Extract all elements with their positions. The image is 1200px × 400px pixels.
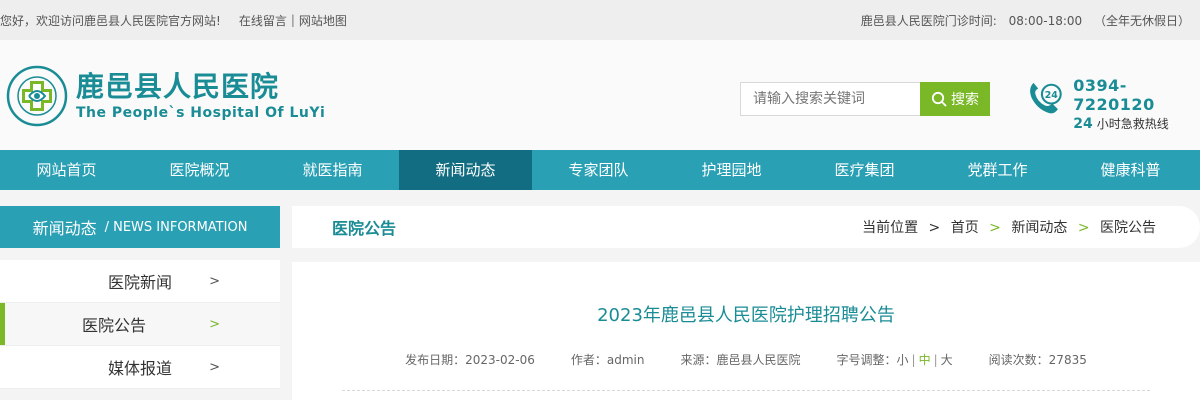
breadcrumb-arrow: > (928, 220, 941, 236)
nav-item-guide[interactable]: 就医指南 (266, 150, 399, 190)
publish-date: 发布日期：2023-02-06 (405, 353, 535, 367)
sidebar-item-label: 医院公告 (81, 316, 146, 335)
article: 2023年鹿邑县人民医院护理招聘公告 发布日期：2023-02-06 作者：ad… (292, 262, 1200, 400)
view-count: 阅读次数：27835 (988, 353, 1087, 367)
sidebar-item-media[interactable]: 媒体报道 > (0, 346, 280, 389)
breadcrumb-arrow: > (989, 220, 1001, 236)
opening-hours: 鹿邑县人民医院门诊时间: 08:00-18:00 （全年无休假日） (853, 12, 1190, 29)
sidebar-item-label: 医院新闻 (107, 273, 172, 292)
site-search: 搜索 (740, 82, 990, 116)
hospital-seal-icon (6, 65, 68, 127)
author: 作者：admin (570, 353, 645, 367)
nav-item-nursing[interactable]: 护理园地 (665, 150, 798, 190)
sidebar-item-hospital-news[interactable]: 医院新闻 > (0, 260, 280, 303)
hotline-caption: 24 小时急救热线 (1073, 115, 1200, 132)
divider (342, 390, 1150, 391)
chevron-right-icon: > (209, 316, 220, 332)
phone-24h-icon: 24 (1030, 82, 1062, 114)
nav-item-party[interactable]: 党群工作 (931, 150, 1064, 190)
top-bar: 您好，欢迎访问鹿邑县人民医院官方网站! 在线留言 | 网站地图 鹿邑县人民医院门… (0, 0, 1200, 40)
top-separator: | (290, 13, 295, 27)
hotline-number: 0394-7220120 (1073, 76, 1155, 114)
hotline-caption-text: 小时急救热线 (1096, 117, 1169, 131)
top-bar-left: 您好，欢迎访问鹿邑县人民医院官方网站! 在线留言 | 网站地图 (0, 12, 347, 29)
breadcrumb-news[interactable]: 新闻动态 (1011, 220, 1067, 236)
sidebar-title: 新闻动态 (32, 219, 97, 238)
nav-item-home[interactable]: 网站首页 (0, 150, 133, 190)
hours-label: 鹿邑县人民医院门诊时间: (860, 13, 997, 28)
search-button[interactable]: 搜索 (920, 82, 990, 116)
breadcrumb-arrow: > (1077, 220, 1090, 236)
section-title: 医院公告 (332, 219, 397, 238)
section-header: 医院公告 当前位置 > 首页 > 新闻动态 > 医院公告 (292, 206, 1200, 248)
nav-item-about[interactable]: 医院概况 (133, 150, 266, 190)
font-size-divider: | (911, 353, 916, 367)
hotline-texts: 0394-7220120 24 小时急救热线 (1073, 76, 1200, 132)
main-nav: 网站首页 医院概况 就医指南 新闻动态 专家团队 护理园地 医疗集团 党群工作 … (0, 150, 1200, 190)
search-input[interactable] (740, 82, 920, 116)
article-meta: 发布日期：2023-02-06 作者：admin 来源：鹿邑县人民医院 字号调整… (292, 351, 1200, 368)
search-button-label: 搜索 (951, 92, 979, 108)
hours-note: （全年无休假日） (1093, 13, 1190, 28)
breadcrumb-prefix: 当前位置 (862, 220, 919, 236)
sidebar-list: 医院新闻 > 医院公告 > 媒体报道 > (0, 260, 280, 389)
font-size-divider: | (933, 353, 938, 367)
sidebar-subtitle: / NEWS INFORMATION (104, 219, 248, 235)
chevron-right-icon: > (209, 273, 220, 289)
font-size-control: 字号调整：小 | 中 | 大 (837, 351, 953, 368)
logo-chinese-name: 鹿邑县人民医院 (76, 70, 280, 103)
font-size-small[interactable]: 小 (897, 353, 909, 367)
nav-item-news[interactable]: 新闻动态 (399, 150, 532, 190)
breadcrumb-home[interactable]: 首页 (951, 220, 979, 236)
breadcrumb: 当前位置 > 首页 > 新闻动态 > 医院公告 (862, 217, 1156, 237)
sidebar: 新闻动态 / NEWS INFORMATION 医院新闻 > 医院公告 > 媒体… (0, 206, 280, 389)
font-size-label: 字号调整： (836, 353, 897, 367)
logo-english-name: The People`s Hospital Of LuYi (76, 105, 326, 121)
sidebar-header: 新闻动态 / NEWS INFORMATION (0, 206, 280, 248)
nav-item-experts[interactable]: 专家团队 (532, 150, 665, 190)
svg-text:24: 24 (1045, 90, 1059, 101)
sidebar-item-announcements[interactable]: 医院公告 > (0, 303, 280, 346)
online-message-link[interactable]: 在线留言 (239, 12, 287, 29)
nav-item-group[interactable]: 医疗集团 (798, 150, 931, 190)
welcome-text: 您好，欢迎访问鹿邑县人民医院官方网站! (0, 13, 221, 28)
page-content: 新闻动态 / NEWS INFORMATION 医院新闻 > 医院公告 > 媒体… (0, 190, 1200, 400)
article-title: 2023年鹿邑县人民医院护理招聘公告 (597, 305, 895, 326)
breadcrumb-current: 医院公告 (1100, 220, 1156, 236)
hotline-24: 24 (1073, 116, 1093, 132)
logo-text: 鹿邑县人民医院 The People`s Hospital Of LuYi (76, 70, 326, 122)
font-size-medium[interactable]: 中 (919, 353, 931, 367)
search-icon (931, 91, 947, 107)
chevron-right-icon: > (209, 359, 220, 375)
sidebar-item-label: 媒体报道 (107, 359, 172, 378)
source: 来源：鹿邑县人民医院 (680, 353, 801, 367)
sitemap-link[interactable]: 网站地图 (299, 12, 347, 29)
site-header: 鹿邑县人民医院 The People`s Hospital Of LuYi 搜索… (0, 40, 1200, 150)
emergency-hotline: 24 0394-7220120 24 小时急救热线 (1026, 76, 1200, 132)
hours-value: 08:00-18:00 (1008, 13, 1083, 28)
nav-item-health[interactable]: 健康科普 (1064, 150, 1197, 190)
hospital-logo[interactable]: 鹿邑县人民医院 The People`s Hospital Of LuYi (6, 65, 325, 127)
font-size-large[interactable]: 大 (941, 353, 953, 367)
